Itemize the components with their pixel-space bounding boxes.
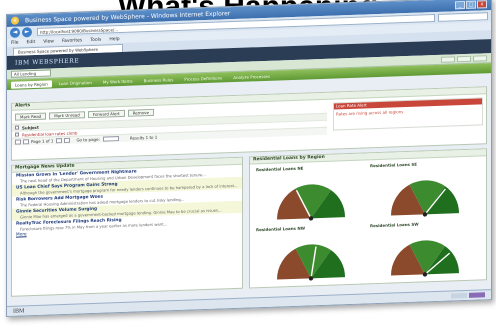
menu-help[interactable]: Help [109, 37, 119, 42]
forward-alert-button[interactable]: Forward Alert [87, 109, 125, 119]
search-input[interactable] [438, 12, 488, 22]
remove-button[interactable]: Remove [127, 108, 154, 117]
mark-unread-button[interactable]: Mark Unread [49, 111, 85, 120]
tab-my-work-items[interactable]: My Work Items [99, 77, 137, 85]
page-label: Page 1 of 1 [31, 138, 54, 145]
goto-page-input[interactable] [102, 136, 119, 142]
gauge-dial [391, 240, 459, 277]
browser-window: e Business Space powered by WebSphere - … [6, 0, 492, 318]
minimize-button[interactable]: _ [455, 0, 465, 10]
tab-analyze-processes[interactable]: Analyze Processes [229, 72, 274, 81]
zoom-indicator[interactable] [469, 292, 485, 298]
zone-indicator [451, 292, 467, 299]
results-label: Results 1 to 1 [129, 134, 158, 141]
tab-loan-origination[interactable]: Loan Origination [55, 78, 96, 86]
ie-logo-icon: e [11, 16, 19, 25]
select-all-checkbox[interactable] [15, 125, 19, 130]
menu-tools[interactable]: Tools [90, 37, 101, 42]
maximize-button[interactable]: □ [466, 0, 476, 9]
alert-detail-panel: Loan Rate Alert Rates are rising across … [333, 97, 483, 131]
menu-view[interactable]: View [43, 39, 54, 44]
gauge-nw: Residential Loans NW [256, 223, 366, 289]
gauge-ne: Residential Loans NE [256, 163, 366, 229]
tab-business-rules[interactable]: Business Rules [140, 76, 178, 84]
first-page-button[interactable] [15, 139, 21, 145]
menu-edit[interactable]: Edit [27, 39, 36, 44]
column-subject: Subject [22, 124, 39, 130]
prev-page-button[interactable] [23, 139, 29, 145]
close-button[interactable]: x [477, 0, 487, 9]
tab-loans-by-region[interactable]: Loans by Region [11, 79, 52, 89]
toolbar-button-2[interactable] [457, 55, 471, 62]
gauges-portlet: Residential Loans by Region Residential … [249, 148, 487, 289]
menu-file[interactable]: File [11, 40, 19, 45]
last-page-button[interactable] [64, 137, 71, 143]
gauge-sw: Residential Loans SW [370, 219, 480, 285]
alerts-portlet: Alerts Mark Read Mark Unread Forward Ale… [11, 86, 487, 161]
toolbar-button-3[interactable] [473, 54, 487, 62]
ibm-logo: IBM [13, 307, 25, 315]
gauge-dial [277, 244, 345, 281]
mark-read-button[interactable]: Mark Read [15, 112, 47, 121]
forward-arrow-icon[interactable]: ► [22, 27, 32, 38]
gauge-dial [391, 180, 459, 217]
main-content: Alerts Mark Read Mark Unread Forward Ale… [11, 86, 487, 303]
space-selector[interactable]: All Lending [11, 69, 51, 78]
gauge-dial [277, 184, 345, 221]
back-arrow-icon[interactable]: ◄ [10, 27, 20, 38]
news-portlet: Mortgage News Update Mission Grows In 'L… [11, 156, 243, 297]
goto-label: Go to page: [76, 136, 100, 143]
gauge-se: Residential Loans SE [370, 159, 480, 225]
brand-logo: IBM WEBSPHERE [15, 56, 80, 67]
menu-favorites[interactable]: Favorites [62, 38, 82, 44]
tab-process-definitions[interactable]: Process Definitions [180, 74, 226, 83]
toolbar-button-1[interactable] [441, 55, 455, 63]
row-checkbox[interactable] [15, 132, 19, 137]
next-page-button[interactable] [56, 138, 63, 144]
